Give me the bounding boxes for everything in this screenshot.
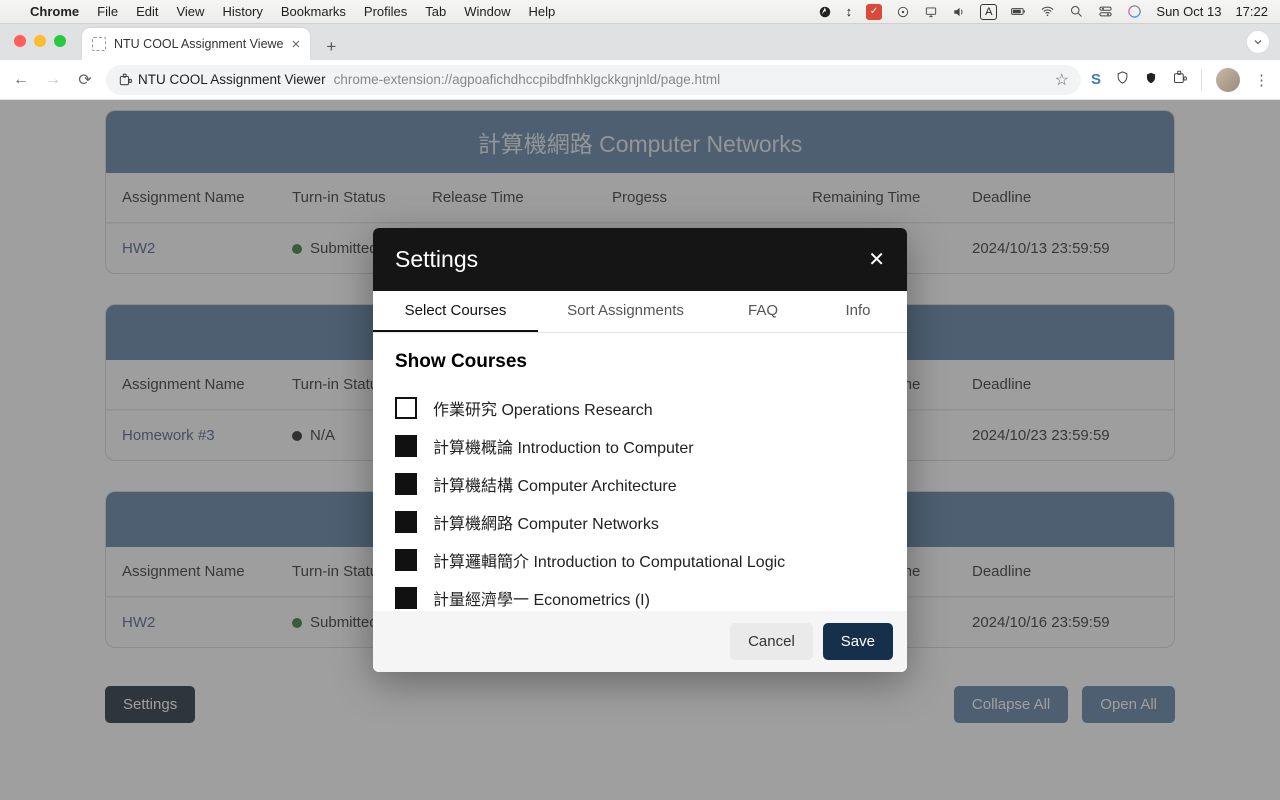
browser-tab[interactable]: NTU COOL Assignment Viewe × <box>82 28 310 60</box>
tab-faq[interactable]: FAQ <box>713 291 813 332</box>
section-heading: Show Courses <box>395 351 885 373</box>
tab-select-courses[interactable]: Select Courses <box>373 291 538 332</box>
control-center-icon[interactable] <box>1098 4 1113 19</box>
ext-icon-shield[interactable] <box>1115 70 1130 89</box>
menubar-item-profiles[interactable]: Profiles <box>364 4 407 19</box>
menubar-left: Chrome File Edit View History Bookmarks … <box>12 4 555 19</box>
settings-modal: Settings ✕ Select Courses Sort Assignmen… <box>373 228 907 672</box>
menubar-app-name[interactable]: Chrome <box>30 4 79 19</box>
window-zoom-icon[interactable] <box>54 35 66 47</box>
course-label: 計算機結構 Computer Architecture <box>433 472 677 496</box>
menubar-item-history[interactable]: History <box>222 4 262 19</box>
course-checkbox-row[interactable]: 計算機網路 Computer Networks <box>395 503 885 541</box>
input-source-icon[interactable]: A <box>980 4 997 20</box>
modal-tabs: Select Courses Sort Assignments FAQ Info <box>373 291 907 333</box>
menubar-date[interactable]: Sun Oct 13 <box>1156 4 1221 19</box>
page-viewport: 計算機網路 Computer Networks Assignment Name … <box>0 100 1280 800</box>
course-checkbox-row[interactable]: 作業研究 Operations Research <box>395 389 885 427</box>
volume-icon[interactable] <box>952 5 966 19</box>
extension-icon <box>118 73 132 87</box>
modal-body: Show Courses 作業研究 Operations Research 計算… <box>373 333 907 611</box>
checkbox-icon[interactable] <box>395 473 417 495</box>
checkbox-icon[interactable] <box>395 549 417 571</box>
window-controls <box>14 35 66 47</box>
checkbox-icon[interactable] <box>395 511 417 533</box>
forward-button[interactable]: → <box>42 71 64 89</box>
course-checkbox-row[interactable]: 計算機概論 Introduction to Computer <box>395 427 885 465</box>
menubar-item-edit[interactable]: Edit <box>136 4 158 19</box>
window-minimize-icon[interactable] <box>34 35 46 47</box>
checkbox-icon[interactable] <box>395 397 417 419</box>
tab-sort-assignments[interactable]: Sort Assignments <box>538 291 713 332</box>
profile-avatar[interactable] <box>1216 68 1240 92</box>
course-checkbox-row[interactable]: 計量經濟學一 Econometrics (I) <box>395 579 885 611</box>
modal-footer: Cancel Save <box>373 611 907 672</box>
location-icon[interactable] <box>818 5 832 19</box>
menubar-item-tab[interactable]: Tab <box>425 4 446 19</box>
display-icon[interactable] <box>924 5 938 19</box>
modal-title-text: Settings <box>395 246 478 273</box>
course-checkbox-row[interactable]: 計算機結構 Computer Architecture <box>395 465 885 503</box>
spotlight-icon[interactable] <box>1069 4 1084 19</box>
menubar-item-file[interactable]: File <box>97 4 118 19</box>
course-label: 計算邏輯簡介 Introduction to Computational Log… <box>433 548 785 572</box>
menubar-right: ↕ ✓ A Sun Oct 13 17:22 <box>818 4 1268 20</box>
course-label: 計算機概論 Introduction to Computer <box>433 434 694 458</box>
save-button[interactable]: Save <box>823 623 893 660</box>
address-bar[interactable]: NTU COOL Assignment Viewer chrome-extens… <box>106 65 1081 95</box>
window-close-icon[interactable] <box>14 35 26 47</box>
tab-overflow-icon[interactable] <box>1246 30 1270 54</box>
chrome-tab-strip: NTU COOL Assignment Viewe × + <box>0 24 1280 60</box>
menubar-item-window[interactable]: Window <box>464 4 510 19</box>
bookmark-star-icon[interactable]: ☆ <box>1055 70 1069 90</box>
menubar-item-bookmarks[interactable]: Bookmarks <box>281 4 346 19</box>
menubar-item-view[interactable]: View <box>176 4 204 19</box>
tab-info[interactable]: Info <box>813 291 903 332</box>
macos-menubar: Chrome File Edit View History Bookmarks … <box>0 0 1280 24</box>
record-icon[interactable] <box>896 5 910 19</box>
toolbar-separator <box>1201 70 1202 90</box>
battery-icon[interactable] <box>1011 4 1026 19</box>
modal-titlebar: Settings ✕ <box>373 228 907 291</box>
checkbox-icon[interactable] <box>395 435 417 457</box>
course-label: 計量經濟學一 Econometrics (I) <box>433 586 650 610</box>
cancel-button[interactable]: Cancel <box>730 623 813 660</box>
siri-icon[interactable] <box>1127 4 1142 19</box>
menubar-time[interactable]: 17:22 <box>1235 4 1268 19</box>
extensions-button[interactable] <box>1172 70 1187 89</box>
toolbar-right: S ⋮ <box>1091 68 1270 92</box>
modal-close-icon[interactable]: ✕ <box>868 247 885 272</box>
app-icon-todoist[interactable]: ✓ <box>866 4 882 20</box>
chrome-menu-icon[interactable]: ⋮ <box>1254 71 1270 89</box>
wifi-icon[interactable] <box>1040 4 1055 19</box>
course-label: 計算機網路 Computer Networks <box>433 510 659 534</box>
tab-title: NTU COOL Assignment Viewe <box>114 37 284 51</box>
menubar-item-help[interactable]: Help <box>529 4 556 19</box>
tab-close-icon[interactable]: × <box>292 36 301 53</box>
course-label: 作業研究 Operations Research <box>433 396 653 420</box>
reload-button[interactable]: ⟳ <box>74 70 96 90</box>
course-checkbox-row[interactable]: 計算邏輯簡介 Introduction to Computational Log… <box>395 541 885 579</box>
site-name: NTU COOL Assignment Viewer <box>138 72 326 87</box>
ext-icon-1[interactable]: S <box>1091 71 1101 88</box>
back-button[interactable]: ← <box>10 71 32 89</box>
modal-overlay[interactable]: Settings ✕ Select Courses Sort Assignmen… <box>0 100 1280 800</box>
site-info-chip[interactable]: NTU COOL Assignment Viewer <box>118 72 326 87</box>
new-tab-button[interactable]: + <box>318 34 344 60</box>
url-text: chrome-extension://agpoafichdhccpibdfnhk… <box>334 72 720 87</box>
tab-favicon-icon <box>92 37 106 51</box>
updown-icon[interactable]: ↕ <box>846 4 853 19</box>
ext-icon-badge[interactable] <box>1144 71 1158 89</box>
checkbox-icon[interactable] <box>395 587 417 609</box>
chrome-toolbar: ← → ⟳ NTU COOL Assignment Viewer chrome-… <box>0 60 1280 100</box>
